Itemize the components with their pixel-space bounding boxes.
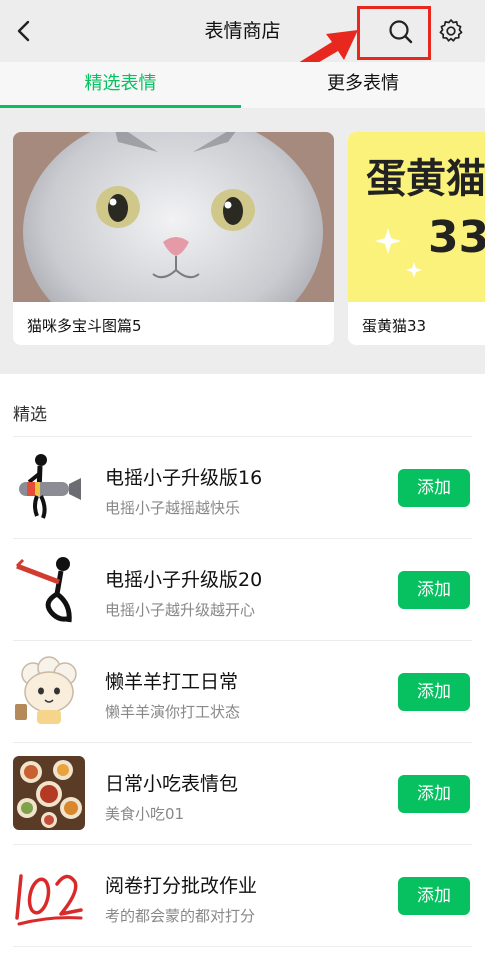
item-title: 电摇小子升级版16 <box>105 467 263 489</box>
add-button[interactable]: 添加 <box>398 775 470 813</box>
food-platter-icon <box>13 756 85 830</box>
banner-card-cat[interactable]: 猫咪多宝斗图篇5 <box>13 132 334 345</box>
top-bar: 表情商店 <box>0 0 485 62</box>
banner-carousel[interactable]: 猫咪多宝斗图篇5 蛋黄猫 33 蛋黄猫33 <box>0 108 485 374</box>
add-button[interactable]: 添加 <box>398 673 470 711</box>
list-item[interactable]: 懒羊羊打工日常 懒羊羊演你打工状态 添加 <box>0 641 485 743</box>
gear-icon[interactable] <box>438 18 464 44</box>
egg-cat-art-text: 蛋黄猫 <box>366 156 485 202</box>
item-description: 懒羊羊演你打工状态 <box>105 703 241 721</box>
tab-featured-stickers[interactable]: 精选表情 <box>0 62 241 108</box>
lazy-sheep-icon <box>15 656 77 724</box>
item-description: 电摇小子越摇越快乐 <box>105 499 241 517</box>
tab-more-stickers[interactable]: 更多表情 <box>241 62 485 108</box>
featured-section-title: 精选 <box>13 405 47 425</box>
banner-label-egg-cat: 蛋黄猫33 <box>362 317 427 335</box>
cat-face-image <box>13 132 334 302</box>
search-icon[interactable] <box>387 18 415 46</box>
stickman-gun-icon <box>15 557 72 623</box>
item-title: 电摇小子升级版20 <box>105 569 263 591</box>
list-item[interactable]: 电摇小子升级版16 电摇小子越摇越快乐 添加 <box>0 437 485 539</box>
item-title: 懒羊羊打工日常 <box>105 671 239 693</box>
list-item[interactable]: 阅卷打分批改作业 考的都会蒙的都对打分 添加 <box>0 845 485 947</box>
item-title: 日常小吃表情包 <box>105 773 239 795</box>
item-title: 阅卷打分批改作业 <box>105 875 258 897</box>
add-button[interactable]: 添加 <box>398 469 470 507</box>
item-description: 考的都会蒙的都对打分 <box>105 907 256 925</box>
divider <box>13 946 472 947</box>
list-item[interactable]: 电摇小子升级版20 电摇小子越升级越开心 添加 <box>0 539 485 641</box>
item-description: 电摇小子越升级越开心 <box>105 601 256 619</box>
score-100-icon <box>15 874 83 926</box>
add-button[interactable]: 添加 <box>398 571 470 609</box>
banner-card-egg-cat[interactable]: 蛋黄猫 33 蛋黄猫33 <box>348 132 485 345</box>
egg-cat-art-number: 33 <box>428 212 485 263</box>
egg-yolk-cat-image: 蛋黄猫 33 <box>348 132 485 302</box>
tab-bar: 精选表情 更多表情 <box>0 62 485 108</box>
stickman-rocket-icon <box>19 454 81 519</box>
add-button[interactable]: 添加 <box>398 877 470 915</box>
list-item[interactable]: 日常小吃表情包 美食小吃01 添加 <box>0 743 485 845</box>
featured-list: 精选 电摇小子升级版16 电摇小子越摇越快乐 添加 电摇小子升级版20 电摇小子… <box>0 374 485 953</box>
item-description: 美食小吃01 <box>105 805 185 823</box>
banner-label-cat: 猫咪多宝斗图篇5 <box>27 317 142 335</box>
